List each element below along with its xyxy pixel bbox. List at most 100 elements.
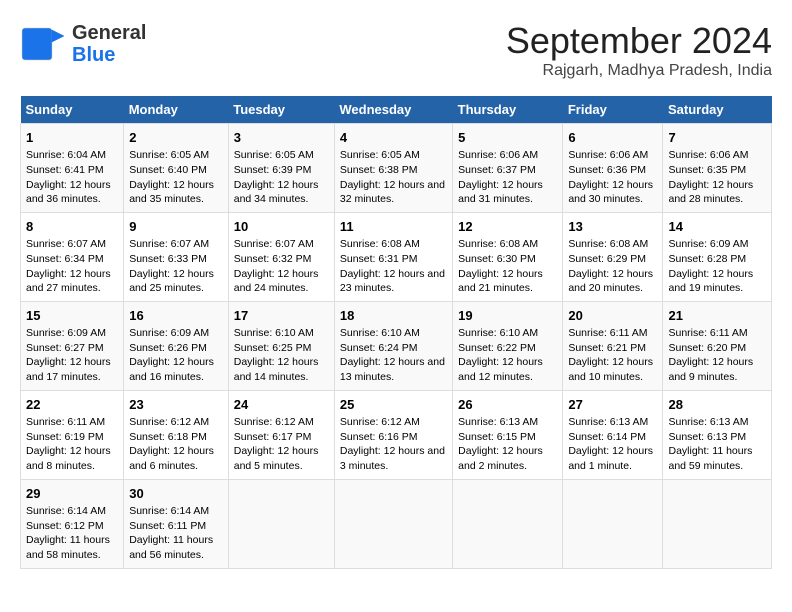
calendar-week-row: 8 Sunrise: 6:07 AM Sunset: 6:34 PM Dayli…	[21, 212, 772, 301]
daylight-label: Daylight: 12 hours and 27 minutes.	[26, 268, 111, 295]
daylight-label: Daylight: 11 hours and 59 minutes.	[668, 445, 752, 472]
calendar-table: SundayMondayTuesdayWednesdayThursdayFrid…	[20, 96, 772, 569]
daylight-label: Daylight: 12 hours and 23 minutes.	[340, 268, 445, 295]
calendar-header-cell: Wednesday	[334, 96, 452, 124]
sunrise-label: Sunrise: 6:09 AM	[129, 327, 209, 339]
sunrise-label: Sunrise: 6:07 AM	[26, 238, 106, 250]
daylight-label: Daylight: 12 hours and 21 minutes.	[458, 268, 543, 295]
sunset-label: Sunset: 6:33 PM	[129, 253, 207, 265]
sunset-label: Sunset: 6:30 PM	[458, 253, 536, 265]
sunset-label: Sunset: 6:39 PM	[234, 164, 312, 176]
calendar-header-cell: Tuesday	[228, 96, 334, 124]
day-number: 17	[234, 307, 329, 325]
calendar-day-cell: 12 Sunrise: 6:08 AM Sunset: 6:30 PM Dayl…	[453, 212, 563, 301]
daylight-label: Daylight: 12 hours and 5 minutes.	[234, 445, 319, 472]
sunrise-label: Sunrise: 6:06 AM	[568, 149, 648, 161]
day-number: 7	[668, 129, 766, 147]
daylight-label: Daylight: 12 hours and 25 minutes.	[129, 268, 214, 295]
sunset-label: Sunset: 6:16 PM	[340, 431, 418, 443]
calendar-day-cell: 27 Sunrise: 6:13 AM Sunset: 6:14 PM Dayl…	[563, 390, 663, 479]
day-number: 25	[340, 396, 447, 414]
sunrise-label: Sunrise: 6:13 AM	[458, 416, 538, 428]
calendar-day-cell: 22 Sunrise: 6:11 AM Sunset: 6:19 PM Dayl…	[21, 390, 124, 479]
day-number: 19	[458, 307, 557, 325]
sunset-label: Sunset: 6:38 PM	[340, 164, 418, 176]
day-number: 24	[234, 396, 329, 414]
calendar-day-cell: 5 Sunrise: 6:06 AM Sunset: 6:37 PM Dayli…	[453, 124, 563, 213]
calendar-week-row: 22 Sunrise: 6:11 AM Sunset: 6:19 PM Dayl…	[21, 390, 772, 479]
calendar-day-cell: 18 Sunrise: 6:10 AM Sunset: 6:24 PM Dayl…	[334, 301, 452, 390]
calendar-day-cell: 1 Sunrise: 6:04 AM Sunset: 6:41 PM Dayli…	[21, 124, 124, 213]
sunset-label: Sunset: 6:26 PM	[129, 342, 207, 354]
day-number: 16	[129, 307, 223, 325]
day-number: 20	[568, 307, 657, 325]
sunset-label: Sunset: 6:35 PM	[668, 164, 746, 176]
day-number: 30	[129, 485, 223, 503]
logo: General Blue	[20, 20, 146, 68]
sunrise-label: Sunrise: 6:12 AM	[129, 416, 209, 428]
daylight-label: Daylight: 12 hours and 16 minutes.	[129, 356, 214, 383]
daylight-label: Daylight: 12 hours and 36 minutes.	[26, 179, 111, 206]
day-number: 27	[568, 396, 657, 414]
day-number: 1	[26, 129, 118, 147]
day-number: 10	[234, 218, 329, 236]
sunset-label: Sunset: 6:11 PM	[129, 520, 206, 532]
sunset-label: Sunset: 6:19 PM	[26, 431, 104, 443]
calendar-header-row: SundayMondayTuesdayWednesdayThursdayFrid…	[21, 96, 772, 124]
sunset-label: Sunset: 6:15 PM	[458, 431, 536, 443]
calendar-day-cell	[334, 479, 452, 568]
calendar-day-cell	[453, 479, 563, 568]
calendar-header-cell: Friday	[563, 96, 663, 124]
sunset-label: Sunset: 6:29 PM	[568, 253, 646, 265]
day-number: 8	[26, 218, 118, 236]
calendar-header-cell: Thursday	[453, 96, 563, 124]
daylight-label: Daylight: 12 hours and 34 minutes.	[234, 179, 319, 206]
daylight-label: Daylight: 12 hours and 10 minutes.	[568, 356, 653, 383]
daylight-label: Daylight: 11 hours and 58 minutes.	[26, 534, 110, 561]
daylight-label: Daylight: 12 hours and 8 minutes.	[26, 445, 111, 472]
calendar-day-cell: 16 Sunrise: 6:09 AM Sunset: 6:26 PM Dayl…	[124, 301, 229, 390]
sunrise-label: Sunrise: 6:05 AM	[129, 149, 209, 161]
sunset-label: Sunset: 6:12 PM	[26, 520, 104, 532]
sunrise-label: Sunrise: 6:08 AM	[458, 238, 538, 250]
calendar-day-cell: 25 Sunrise: 6:12 AM Sunset: 6:16 PM Dayl…	[334, 390, 452, 479]
sunrise-label: Sunrise: 6:11 AM	[668, 327, 747, 339]
calendar-day-cell: 28 Sunrise: 6:13 AM Sunset: 6:13 PM Dayl…	[663, 390, 772, 479]
daylight-label: Daylight: 12 hours and 9 minutes.	[668, 356, 753, 383]
sunset-label: Sunset: 6:25 PM	[234, 342, 312, 354]
day-number: 13	[568, 218, 657, 236]
logo-blue-text: Blue	[72, 44, 146, 66]
daylight-label: Daylight: 12 hours and 35 minutes.	[129, 179, 214, 206]
daylight-label: Daylight: 12 hours and 32 minutes.	[340, 179, 445, 206]
calendar-day-cell: 21 Sunrise: 6:11 AM Sunset: 6:20 PM Dayl…	[663, 301, 772, 390]
calendar-day-cell: 4 Sunrise: 6:05 AM Sunset: 6:38 PM Dayli…	[334, 124, 452, 213]
calendar-day-cell: 29 Sunrise: 6:14 AM Sunset: 6:12 PM Dayl…	[21, 479, 124, 568]
calendar-day-cell: 15 Sunrise: 6:09 AM Sunset: 6:27 PM Dayl…	[21, 301, 124, 390]
sunset-label: Sunset: 6:20 PM	[668, 342, 746, 354]
sunrise-label: Sunrise: 6:14 AM	[129, 505, 209, 517]
sunset-label: Sunset: 6:32 PM	[234, 253, 312, 265]
calendar-day-cell: 17 Sunrise: 6:10 AM Sunset: 6:25 PM Dayl…	[228, 301, 334, 390]
sunset-label: Sunset: 6:21 PM	[568, 342, 646, 354]
day-number: 12	[458, 218, 557, 236]
calendar-day-cell: 30 Sunrise: 6:14 AM Sunset: 6:11 PM Dayl…	[124, 479, 229, 568]
calendar-day-cell: 9 Sunrise: 6:07 AM Sunset: 6:33 PM Dayli…	[124, 212, 229, 301]
sunrise-label: Sunrise: 6:05 AM	[234, 149, 314, 161]
sunset-label: Sunset: 6:28 PM	[668, 253, 746, 265]
calendar-day-cell	[663, 479, 772, 568]
sunset-label: Sunset: 6:22 PM	[458, 342, 536, 354]
calendar-day-cell: 2 Sunrise: 6:05 AM Sunset: 6:40 PM Dayli…	[124, 124, 229, 213]
page-title: September 2024	[506, 20, 772, 62]
sunrise-label: Sunrise: 6:06 AM	[668, 149, 748, 161]
daylight-label: Daylight: 12 hours and 31 minutes.	[458, 179, 543, 206]
logo-icon	[20, 20, 68, 68]
calendar-day-cell: 11 Sunrise: 6:08 AM Sunset: 6:31 PM Dayl…	[334, 212, 452, 301]
daylight-label: Daylight: 12 hours and 28 minutes.	[668, 179, 753, 206]
daylight-label: Daylight: 12 hours and 17 minutes.	[26, 356, 111, 383]
sunset-label: Sunset: 6:27 PM	[26, 342, 104, 354]
calendar-day-cell: 23 Sunrise: 6:12 AM Sunset: 6:18 PM Dayl…	[124, 390, 229, 479]
sunrise-label: Sunrise: 6:13 AM	[668, 416, 748, 428]
daylight-label: Daylight: 12 hours and 14 minutes.	[234, 356, 319, 383]
sunset-label: Sunset: 6:41 PM	[26, 164, 104, 176]
calendar-day-cell: 26 Sunrise: 6:13 AM Sunset: 6:15 PM Dayl…	[453, 390, 563, 479]
